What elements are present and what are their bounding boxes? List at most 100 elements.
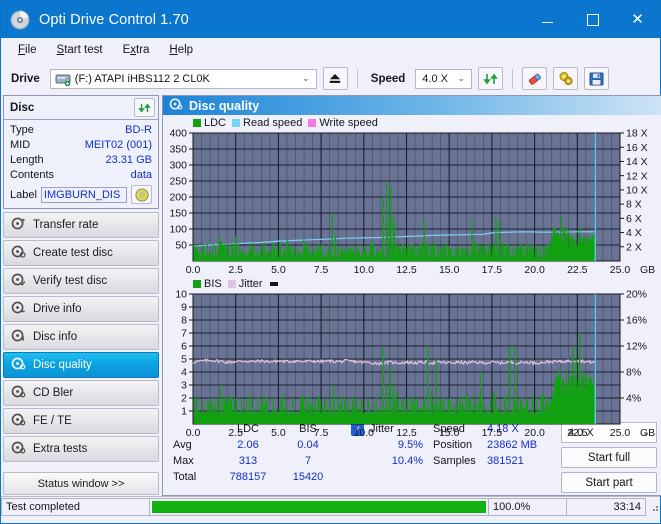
sidebar-item-disc-info[interactable]: Disc info: [3, 324, 159, 350]
minimize-button[interactable]: [525, 1, 570, 38]
svg-text:300: 300: [169, 160, 187, 172]
settings-button[interactable]: [553, 67, 579, 90]
charts-container: LDC Read speed Write speed 50 100 150 200 25…: [163, 115, 661, 439]
svg-text:22.5: 22.5: [567, 264, 588, 276]
svg-text:10: 10: [175, 290, 187, 301]
eject-button[interactable]: [322, 67, 348, 90]
menu-help[interactable]: Help: [160, 41, 202, 59]
svg-text:16 X: 16 X: [626, 142, 648, 154]
disc-rows: Type BD-R MID MEIT02 (001) Length 23.31 …: [4, 120, 158, 208]
svg-text:6 X: 6 X: [626, 213, 642, 225]
start-part-button[interactable]: Start part: [561, 472, 657, 493]
svg-text:8%: 8%: [626, 367, 641, 379]
svg-text:12%: 12%: [626, 341, 647, 353]
disc-refresh-button[interactable]: [134, 98, 155, 117]
bis-chart-legend: BIS Jitter: [193, 278, 278, 290]
sidebar-item-cd-bler[interactable]: CD Bler: [3, 380, 159, 406]
svg-text:7: 7: [181, 328, 187, 340]
disc-row-label: Label IMGBURN_DIS: [10, 185, 152, 204]
samples-stat-key: Samples: [433, 455, 476, 467]
legend-bis: BIS: [193, 278, 222, 290]
svg-text:3: 3: [181, 380, 187, 392]
status-bar: Test completed 100.0% 33:14: [1, 496, 660, 516]
svg-text:7.5: 7.5: [314, 427, 329, 439]
disc-value-contents: data: [130, 169, 152, 181]
svg-text:5.0: 5.0: [271, 264, 286, 276]
eject-icon: [330, 74, 341, 83]
stats-total-bis: 15420: [292, 471, 324, 483]
svg-text:20.0: 20.0: [524, 264, 545, 276]
sidebar-item-label: Transfer rate: [33, 219, 99, 231]
menu-extra[interactable]: Extra: [114, 41, 159, 59]
stats-total-ldc: 788157: [229, 471, 267, 483]
disc-key-length: Length: [10, 154, 44, 166]
legend-read-speed: Read speed: [232, 117, 302, 129]
sidebar-item-transfer-rate[interactable]: Transfer rate: [3, 212, 159, 238]
save-button[interactable]: [584, 67, 610, 90]
svg-text:22.5: 22.5: [567, 427, 588, 439]
svg-text:0.0: 0.0: [186, 427, 201, 439]
sidebar-item-extra-tests[interactable]: Extra tests: [3, 436, 159, 462]
svg-text:350: 350: [169, 144, 187, 156]
svg-text:6: 6: [181, 341, 187, 353]
svg-text:2 X: 2 X: [626, 241, 642, 253]
sidebar-item-label: Drive info: [33, 303, 82, 315]
menu-file[interactable]: File: [9, 41, 46, 59]
speed-label: Speed: [370, 72, 406, 85]
disc-test-icon: [11, 384, 26, 402]
svg-text:2.5: 2.5: [228, 264, 243, 276]
disc-value-length: 23.31 GB: [105, 154, 152, 166]
svg-text:25.0: 25.0: [610, 427, 631, 439]
refresh-icon: [138, 102, 151, 113]
svg-text:50: 50: [175, 240, 187, 252]
legend-write-speed: Write speed: [308, 117, 378, 129]
speed-select[interactable]: 4.0 X ⌄: [415, 68, 473, 89]
disc-test-icon: [11, 216, 26, 234]
gears-icon: [559, 72, 573, 86]
svg-text:20%: 20%: [626, 290, 647, 301]
svg-text:10.0: 10.0: [354, 264, 375, 276]
close-icon: ✕: [631, 10, 644, 28]
legend-swatch-bis: [193, 280, 201, 288]
drive-select[interactable]: (F:) ATAPI iHBS112 2 CL0K ⌄: [49, 68, 317, 89]
close-button[interactable]: ✕: [615, 1, 660, 38]
svg-text:15.0: 15.0: [439, 427, 460, 439]
app-window: Opti Drive Control 1.70 ✕ File Start tes…: [0, 0, 661, 524]
sidebar-item-label: Disc quality: [33, 359, 92, 371]
maximize-button[interactable]: [570, 1, 615, 38]
sidebar-item-create-test-disc[interactable]: Create test disc: [3, 240, 159, 266]
status-window-button[interactable]: Status window >>: [3, 472, 159, 495]
toolbar-separator-2: [512, 68, 514, 89]
disc-label-input[interactable]: IMGBURN_DIS: [40, 186, 127, 203]
chevron-down-icon: ⌄: [302, 73, 310, 83]
disc-test-icon: [11, 440, 26, 458]
erase-button[interactable]: [522, 67, 548, 90]
disc-label-button[interactable]: [131, 185, 152, 204]
window-controls: ✕: [525, 1, 660, 38]
svg-text:0.0: 0.0: [186, 264, 201, 276]
progress-percent: 100.0%: [488, 497, 566, 516]
svg-text:9: 9: [181, 302, 187, 314]
sidebar-item-drive-info[interactable]: Drive info: [3, 296, 159, 322]
sidebar-item-fe-te[interactable]: FE / TE: [3, 408, 159, 434]
svg-text:12 X: 12 X: [626, 170, 648, 182]
resize-grip[interactable]: [648, 501, 660, 513]
start-full-button[interactable]: Start full: [561, 447, 657, 468]
refresh-button[interactable]: [478, 67, 504, 90]
disc-row-length: Length 23.31 GB: [10, 153, 152, 168]
sidebar-item-verify-test-disc[interactable]: Verify test disc: [3, 268, 159, 294]
disc-quality-icon: [169, 97, 183, 114]
stats-row-max-key: Max: [173, 455, 194, 467]
drive-value: (F:) ATAPI iHBS112 2 CL0K: [74, 72, 210, 85]
main-panel: Disc quality LDC Read speed Write speed …: [162, 95, 661, 496]
svg-text:GB: GB: [640, 427, 655, 439]
nav-list: Transfer rate Create test disc Verify te…: [3, 212, 159, 462]
sidebar-item-disc-quality[interactable]: Disc quality: [3, 352, 159, 378]
disc-value-mid: MEIT02 (001): [84, 139, 152, 151]
sidebar-item-label: Extra tests: [33, 443, 88, 455]
drive-icon: [53, 72, 71, 86]
svg-text:150: 150: [169, 208, 187, 220]
menu-start-test[interactable]: Start test: [48, 41, 112, 59]
disc-key-mid: MID: [10, 139, 31, 151]
svg-text:10.0: 10.0: [354, 427, 375, 439]
